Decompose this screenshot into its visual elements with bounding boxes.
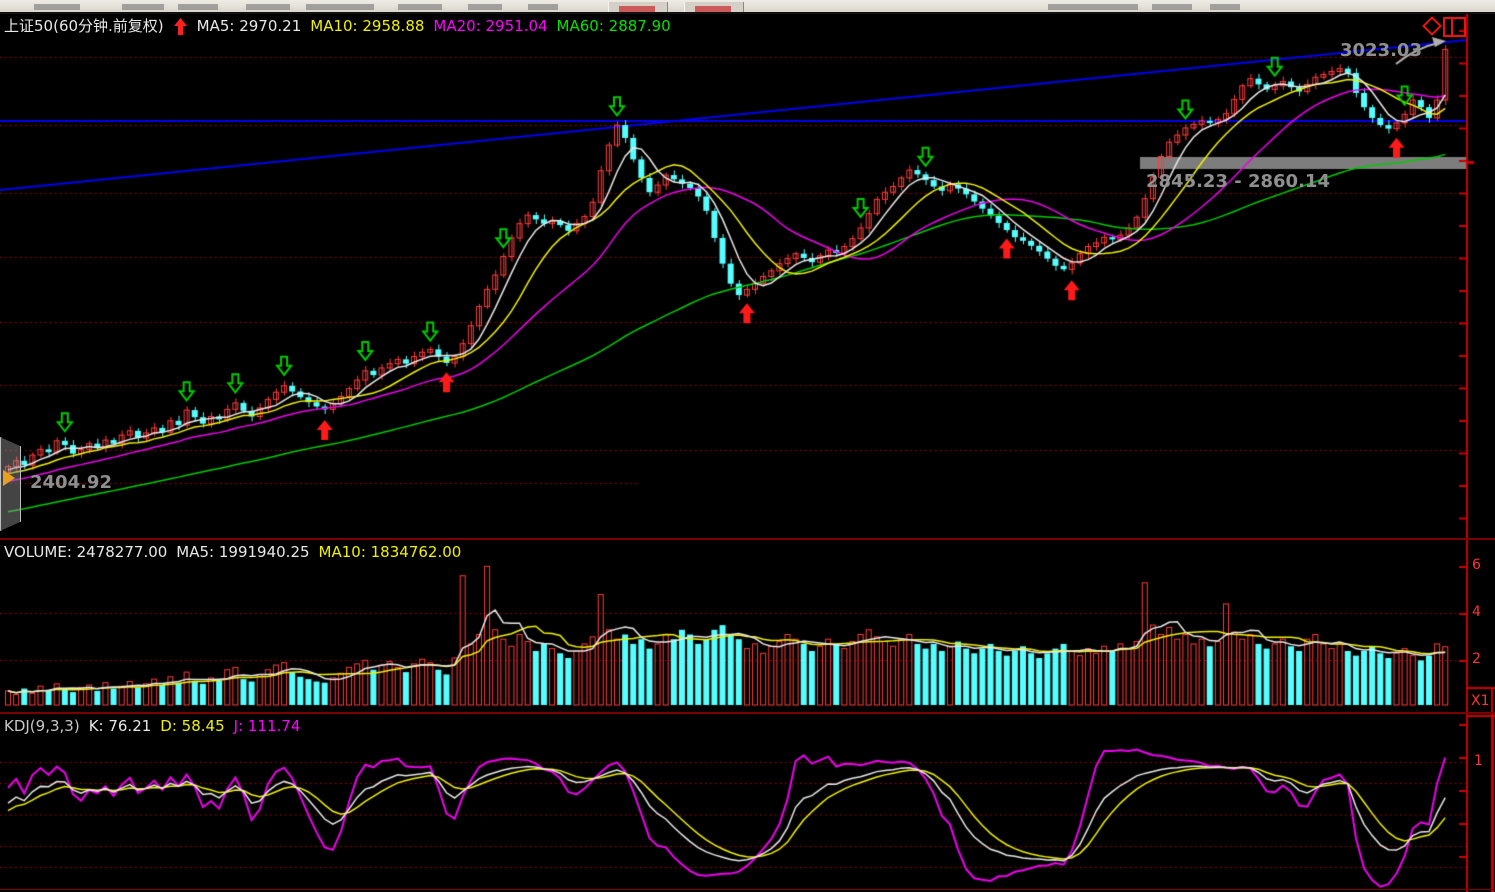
kdj-axis-tick: 1 [1474,753,1483,769]
kdj-title: KDJ(9,3,3) [4,718,80,735]
toolbar-item[interactable] [122,4,164,10]
toolbar-item[interactable] [528,4,558,10]
toolbar-sell-button-clipped[interactable] [684,2,744,12]
session-high-label: 3023.03 [1340,40,1422,61]
toolbar-item[interactable] [468,4,502,10]
volume-axis-tick: 6 [1472,557,1481,573]
toolbar-item[interactable] [306,4,374,10]
split-window-icon[interactable] [1444,18,1465,36]
up-arrow-icon [173,18,188,35]
ma20-readout: MA20: 2951.04 [433,18,547,35]
toolbar-item[interactable] [1048,4,1138,10]
diamond-icon[interactable] [1424,18,1441,35]
pane-divider[interactable] [0,538,1495,540]
volume-axis-tick: 2 [1472,651,1481,667]
toolbar-item[interactable] [1152,4,1192,10]
orange-flag-icon [3,470,15,486]
toolbar-item[interactable] [398,4,442,10]
chart-title: 上证50(60分钟.前复权) [4,18,164,35]
j-readout: J: 111.74 [234,718,301,735]
toolbar-item[interactable] [178,4,218,10]
corner-icons [1422,16,1468,40]
session-low-label: 2404.92 [30,472,112,493]
d-readout: D: 58.45 [160,718,224,735]
volume-readout: VOLUME: 2478277.00 [4,544,167,561]
kdj-chart-canvas[interactable] [0,714,1495,892]
top-toolbar-clipped [0,0,1495,14]
volume-axis-tick: 4 [1472,604,1481,620]
volume-pane-header: VOLUME: 2478277.00 MA5: 1991940.25 MA10:… [4,544,461,561]
volume-unit-label: X1 [1471,693,1490,709]
left-edge-marker[interactable] [0,437,21,531]
volume-ma10-readout: MA10: 1834762.00 [319,544,462,561]
kdj-pane-header: KDJ(9,3,3) K: 76.21 D: 58.45 J: 111.74 [4,718,300,735]
volume-ma5-readout: MA5: 1991940.25 [176,544,309,561]
ma60-readout: MA60: 2887.90 [557,18,671,35]
volume-chart-canvas[interactable] [0,540,1495,714]
pane-divider[interactable] [0,712,1495,714]
bottom-border [0,889,1495,890]
toolbar-item[interactable] [34,4,80,10]
ma10-readout: MA10: 2958.88 [310,18,424,35]
price-pane-header: 上证50(60分钟.前复权) MA5: 2970.21 MA10: 2958.8… [4,18,671,35]
highlight-zone-label: 2845.23 - 2860.14 [1146,171,1330,192]
price-chart-canvas[interactable] [0,14,1495,540]
toolbar-buy-button-clipped[interactable] [608,2,668,12]
k-readout: K: 76.21 [89,718,152,735]
ma5-readout: MA5: 2970.21 [197,18,302,35]
toolbar-item[interactable] [1210,4,1240,10]
toolbar-item[interactable] [246,4,290,10]
trading-terminal-window: { "main_pane": { "title": "上证50(60分钟.前复权… [0,0,1495,892]
